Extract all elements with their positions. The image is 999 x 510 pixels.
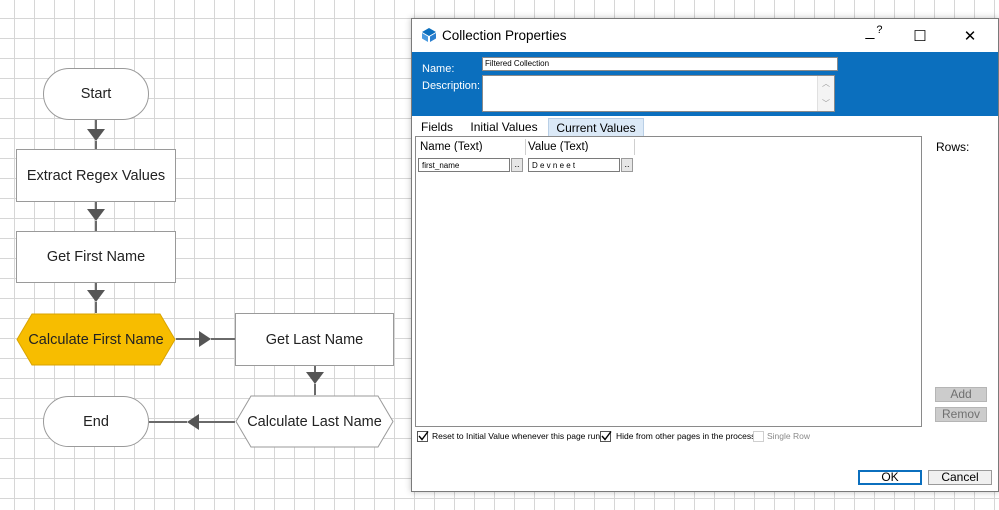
connector-line xyxy=(95,141,97,149)
help-icon: ? xyxy=(876,24,883,36)
tab-initial-values-label: Initial Values xyxy=(470,120,538,134)
get-first-name-label: Get First Name xyxy=(46,249,146,265)
row-name-ellipsis-button[interactable]: .. xyxy=(511,158,523,172)
column-divider xyxy=(634,139,635,155)
calculate-first-name-label: Calculate First Name xyxy=(28,331,164,348)
arrow-left-icon xyxy=(187,414,199,430)
start-node[interactable]: Start xyxy=(43,68,149,120)
end-node-label: End xyxy=(83,413,109,430)
maximize-button[interactable]: ☐ xyxy=(898,21,942,51)
minimize-icon: _ xyxy=(865,23,875,40)
ok-button[interactable]: OK xyxy=(858,470,922,485)
hide-from-other-pages-label: Hide from other pages in the process xyxy=(616,431,756,441)
connector-line xyxy=(211,338,235,340)
checkmark-icon xyxy=(601,431,612,441)
calculate-last-name-node[interactable]: Calculate Last Name xyxy=(235,395,394,448)
name-label: Name: xyxy=(422,63,455,75)
current-values-grid: Name (Text) Value (Text) first_name .. D… xyxy=(415,136,922,427)
rows-label: Rows: xyxy=(936,140,970,154)
close-icon: ✕ xyxy=(963,28,977,45)
arrow-down-icon xyxy=(87,129,105,141)
end-node[interactable]: End xyxy=(43,396,149,447)
reset-initial-value-checkbox[interactable] xyxy=(417,431,429,442)
column-divider xyxy=(525,139,526,155)
dialog-header: Name: Filtered Collection Description: ︿… xyxy=(412,52,998,116)
dialog-title: Collection Properties xyxy=(442,28,567,43)
column-header-value: Value (Text) xyxy=(528,141,589,152)
connector-line xyxy=(149,421,187,423)
dialog-titlebar[interactable]: Collection Properties _ ? ☐ ✕ xyxy=(412,19,998,52)
checkmark-icon xyxy=(418,431,429,441)
tab-fields-label: Fields xyxy=(420,120,453,134)
collection-properties-dialog: Collection Properties _ ? ☐ ✕ Name: Filt… xyxy=(411,18,999,492)
get-last-name-node[interactable]: Get Last Name xyxy=(235,313,394,366)
connector-line xyxy=(95,302,97,313)
calculate-last-name-label: Calculate Last Name xyxy=(247,413,382,430)
name-input[interactable]: Filtered Collection xyxy=(482,57,838,71)
description-label: Description: xyxy=(422,80,481,92)
hide-from-other-pages-checkbox[interactable] xyxy=(600,431,612,442)
row-name-input[interactable]: first_name xyxy=(418,158,510,172)
minimize-button[interactable]: _ ? xyxy=(852,21,896,51)
tab-current-values[interactable]: Current Values xyxy=(548,118,644,136)
description-scrollbar[interactable]: ︿ ﹀ xyxy=(817,76,834,111)
tab-fields[interactable]: Fields xyxy=(417,118,457,136)
extract-regex-label: Extract Regex Values xyxy=(26,167,166,184)
connector-line xyxy=(314,384,316,395)
get-last-name-label: Get Last Name xyxy=(265,331,364,348)
remove-row-button[interactable]: Remov xyxy=(935,407,987,422)
cancel-button[interactable]: Cancel xyxy=(928,470,992,485)
start-node-label: Start xyxy=(80,86,112,102)
close-button[interactable]: ✕ xyxy=(948,21,992,51)
tab-initial-values[interactable]: Initial Values xyxy=(460,118,548,136)
column-header-name: Name (Text) xyxy=(420,141,483,152)
single-row-checkbox[interactable] xyxy=(753,431,764,442)
arrow-down-icon xyxy=(87,290,105,302)
description-textarea[interactable]: ︿ ﹀ xyxy=(482,75,835,112)
row-value-ellipsis-button[interactable]: .. xyxy=(621,158,633,172)
row-value-input[interactable]: D e v n e e t xyxy=(528,158,620,172)
process-canvas[interactable]: Start Extract Regex Values Get First Nam… xyxy=(0,0,410,510)
connector-line xyxy=(199,421,235,423)
connector-line xyxy=(95,221,97,231)
arrow-down-icon xyxy=(306,372,324,384)
collection-icon xyxy=(422,28,436,42)
connector-line xyxy=(176,338,200,340)
get-first-name-node[interactable]: Get First Name xyxy=(16,231,176,283)
calculate-first-name-node[interactable]: Calculate First Name xyxy=(16,313,176,366)
arrow-down-icon xyxy=(87,209,105,221)
reset-initial-value-label: Reset to Initial Value whenever this pag… xyxy=(432,431,605,441)
scroll-up-icon[interactable]: ︿ xyxy=(822,78,830,89)
extract-regex-node[interactable]: Extract Regex Values xyxy=(16,149,176,202)
add-row-button[interactable]: Add xyxy=(935,387,987,402)
arrow-right-icon xyxy=(199,331,211,347)
single-row-label: Single Row xyxy=(767,431,810,441)
maximize-icon: ☐ xyxy=(913,28,927,45)
scroll-down-icon[interactable]: ﹀ xyxy=(822,98,830,109)
tab-current-values-label: Current Values xyxy=(556,120,636,135)
